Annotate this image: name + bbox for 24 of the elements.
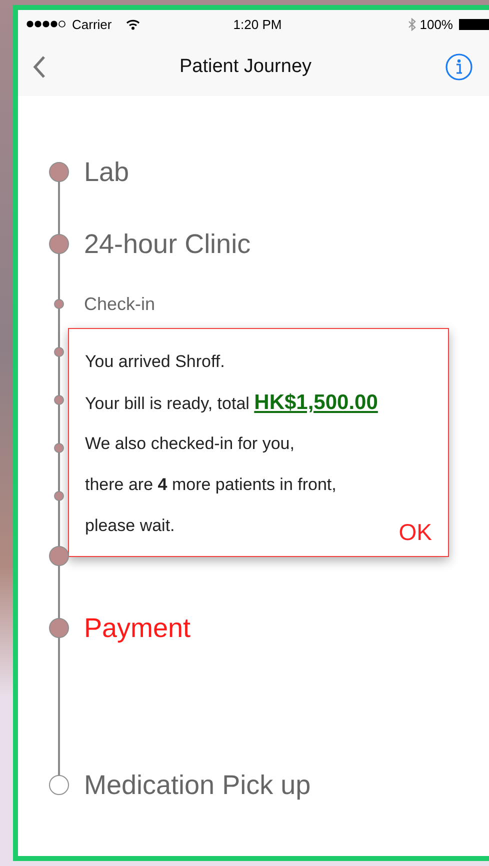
chevron-left-icon: [32, 55, 46, 79]
step-label: Payment: [84, 612, 191, 644]
message-text: please wait.: [85, 515, 175, 537]
battery-icon: [458, 18, 489, 30]
signal-dots-icon: [26, 20, 68, 28]
back-button[interactable]: [32, 55, 46, 79]
ok-button[interactable]: OK: [398, 519, 432, 546]
status-time: 1:20 PM: [233, 16, 282, 32]
battery-percent: 100%: [420, 16, 453, 32]
step-label: 24-hour Clinic: [84, 228, 251, 260]
message-text: Your bill is ready, total HK$1,500.00: [85, 390, 378, 416]
wifi-icon: [126, 18, 140, 30]
page-title: Patient Journey: [179, 56, 312, 78]
message-text: You arrived Shroff.: [85, 351, 225, 373]
info-icon: [445, 53, 473, 81]
bill-amount-link[interactable]: HK$1,500.00: [254, 391, 378, 414]
step-label: Medication Pick up: [84, 770, 311, 800]
message-text: there are 4 more patients in front,: [85, 474, 336, 496]
info-button[interactable]: [445, 53, 473, 81]
step-label: Lab: [84, 156, 130, 188]
message-text: We also checked-in for you,: [85, 433, 294, 455]
carrier-name: Carrier: [72, 16, 112, 32]
bluetooth-icon: [408, 18, 416, 30]
step-label: Check-in: [84, 294, 156, 314]
